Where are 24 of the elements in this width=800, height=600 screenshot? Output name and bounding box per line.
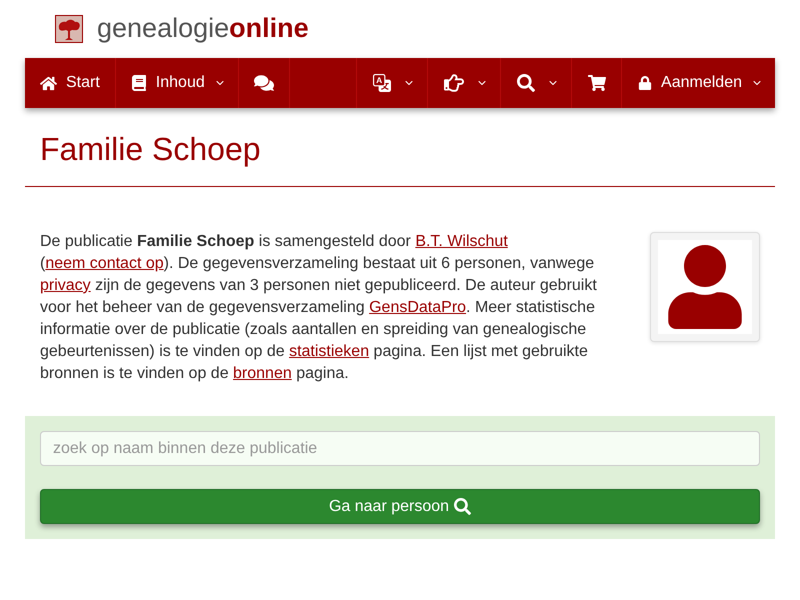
tree-logo-icon <box>55 15 83 43</box>
search-icon <box>517 74 536 92</box>
text-link[interactable]: neem contact op <box>45 255 164 272</box>
chat-bubbles-icon <box>254 73 274 93</box>
translate-icon <box>373 74 392 92</box>
text-link[interactable]: GensDataPro <box>369 299 466 316</box>
text-link[interactable]: B.T. Wilschut <box>415 233 508 250</box>
intro-paragraph: De publicatie Familie Schoep is samengesteld door B.T. Wilschut (neem contact op). De gegevensverzameling bestaat uit 6 personen, vanwege privacy zijn de gegevens van 3 personen niet gepubliceerd. De auteur gebruikt voor het beheer van de gegevensverzameling GensDataPro. Meer statistische informatie over de publicatie (zoals aantallen en spreiding van genealogische gebeurtenissen) is te vinden op de statistieken pagina. Een lijst met gebruikte bronnen is te vinden op de bronnen pagina. <box>40 232 598 384</box>
content-menu-button[interactable]: Inhoud <box>116 58 239 108</box>
page-title: Familie Schoep <box>40 132 261 167</box>
text-link[interactable]: privacy <box>40 277 91 294</box>
text-link[interactable]: bronnen <box>233 365 292 382</box>
login-menu-button[interactable]: Aanmelden <box>621 58 775 108</box>
pointing-hand-icon <box>444 73 464 93</box>
site-logo-text[interactable]: genealogieonline <box>97 14 309 44</box>
start-nav-link[interactable]: Start <box>25 58 116 108</box>
go-to-person-button[interactable]: Ga naar persoon <box>40 489 760 524</box>
lock-icon <box>638 76 652 90</box>
book-icon <box>130 75 147 91</box>
text-link[interactable]: statistieken <box>289 343 370 360</box>
search-input[interactable]: zoek op naam binnen deze publicatie <box>40 431 760 466</box>
cart-icon <box>588 74 606 92</box>
search-icon <box>454 498 472 515</box>
home-icon <box>40 74 57 92</box>
